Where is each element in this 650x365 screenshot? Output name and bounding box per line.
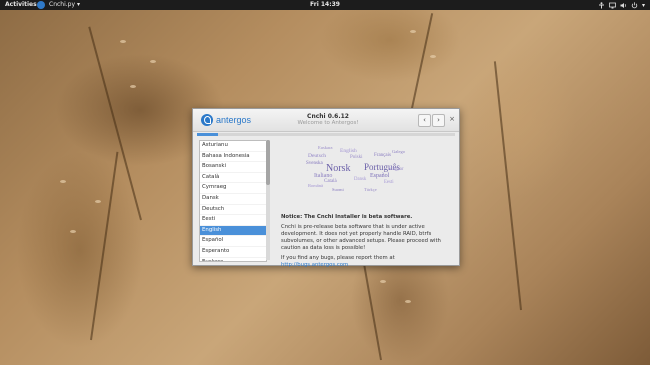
beta-notice: Notice: The Cnchi Installer is beta soft… xyxy=(281,214,453,272)
word-cloud-word: Română xyxy=(308,183,323,188)
antergos-logo-icon xyxy=(201,114,213,126)
notice-heading: Notice: The Cnchi Installer is beta soft… xyxy=(281,214,413,220)
word-cloud-word: Français xyxy=(374,153,391,158)
language-item[interactable]: Cymraeg xyxy=(200,183,266,194)
word-cloud-word: Català xyxy=(324,179,337,184)
word-cloud-word: Dansk xyxy=(354,177,367,182)
word-cloud-word: Polski xyxy=(350,155,363,160)
language-item[interactable]: Euskara xyxy=(200,258,266,261)
language-item[interactable]: Eesti xyxy=(200,215,266,226)
language-item[interactable]: Esperanto xyxy=(200,247,266,258)
back-button[interactable]: ‹ xyxy=(418,114,431,127)
word-cloud-word: Eesti xyxy=(384,180,394,185)
top-panel: Activities Cnchi.py ▾ Fri 14:39 ▾ xyxy=(0,0,650,10)
word-cloud-word: English xyxy=(340,148,357,154)
word-cloud-word: Svenska xyxy=(306,161,323,166)
language-item[interactable]: Español xyxy=(200,236,266,247)
bug-report-prefix: If you find any bugs, please report them… xyxy=(281,255,395,261)
power-icon[interactable] xyxy=(631,1,638,9)
bug-report-text: If you find any bugs, please report them… xyxy=(281,255,453,269)
word-cloud-word: Deutsch xyxy=(308,153,327,159)
clock[interactable]: Fri 14:39 xyxy=(0,0,650,10)
word-cloud-word: Magyar xyxy=(388,167,404,172)
window-subtitle: Welcome to Antergos! xyxy=(297,120,359,126)
language-item[interactable]: Dansk xyxy=(200,194,266,205)
word-cloud-word: Euskara xyxy=(318,145,333,150)
chevron-down-icon[interactable]: ▾ xyxy=(642,2,645,9)
language-item[interactable]: Asturianu xyxy=(200,141,266,152)
logo-text: antergos xyxy=(216,115,252,125)
language-item[interactable]: Català xyxy=(200,173,266,184)
volume-icon[interactable] xyxy=(620,2,627,9)
network-icon[interactable] xyxy=(609,2,616,9)
scrollbar-thumb[interactable] xyxy=(266,140,270,185)
word-cloud-word: Suomi xyxy=(332,187,344,192)
close-button[interactable]: × xyxy=(449,115,455,123)
installer-window: antergos Cnchi 0.6.12 Welcome to Antergo… xyxy=(192,108,460,268)
language-item[interactable]: English xyxy=(200,225,266,237)
accessibility-icon[interactable] xyxy=(598,1,605,9)
language-list-scrollbar[interactable] xyxy=(266,140,270,260)
bug-report-link[interactable]: http://bugs.antergos.com xyxy=(281,262,348,268)
forward-button[interactable]: › xyxy=(432,114,445,127)
language-item[interactable]: Bahasa Indonesia xyxy=(200,152,266,163)
system-status-area[interactable]: ▾ xyxy=(598,0,645,9)
word-cloud-word: Español xyxy=(370,173,390,179)
language-item[interactable]: Bosanski xyxy=(200,162,266,173)
antergos-logo: antergos xyxy=(201,114,251,126)
progress-fill xyxy=(197,133,218,136)
language-list[interactable]: Asturianu Bahasa Indonesia Bosanski Català C… xyxy=(199,140,267,262)
language-item[interactable]: Deutsch xyxy=(200,205,266,216)
notice-body: Cnchi is pre-release beta software that … xyxy=(281,224,441,251)
install-progress-bar xyxy=(197,133,455,136)
window-titlebar[interactable]: antergos Cnchi 0.6.12 Welcome to Antergo… xyxy=(193,109,459,132)
word-cloud-word: Galego xyxy=(392,149,405,154)
window-title: Cnchi 0.6.12 xyxy=(307,113,349,120)
word-cloud-word: Türkçe xyxy=(364,187,377,192)
language-word-cloud: Norsk Português Italiano Español Deutsch Engl… xyxy=(304,145,414,195)
